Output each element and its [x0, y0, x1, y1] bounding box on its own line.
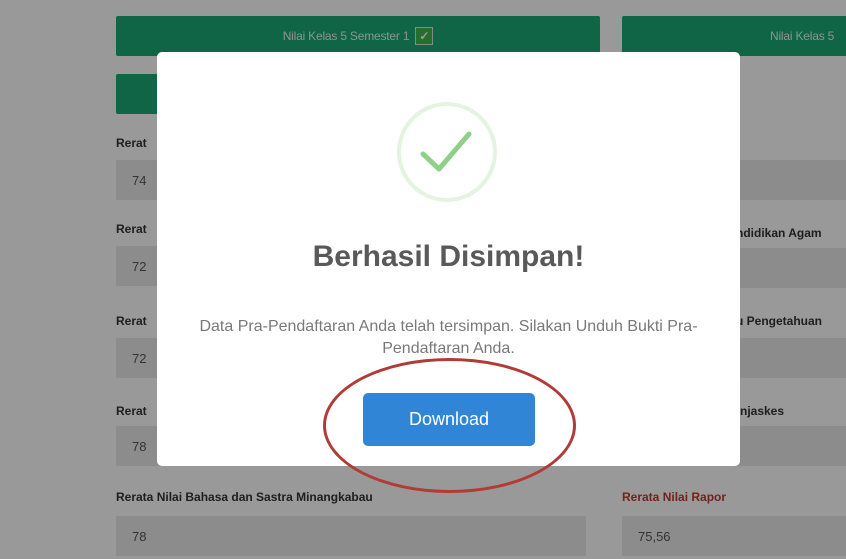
annotation-circle [323, 358, 576, 493]
success-check-icon [397, 102, 497, 202]
page: Nilai Kelas 5 Semester 1 ✓ Nilai Kelas 5… [0, 0, 846, 559]
modal-message: Data Pra-Pendaftaran Anda telah tersimpa… [199, 318, 698, 357]
modal-title: Berhasil Disimpan! [312, 240, 585, 273]
